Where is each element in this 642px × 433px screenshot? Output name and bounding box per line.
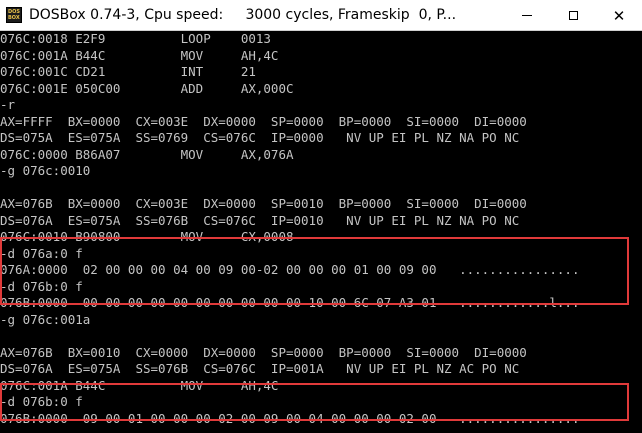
console-line: DS=076A ES=075A SS=076B CS=076C IP=001A …: [0, 361, 520, 376]
console-line: DS=075A ES=075A SS=0769 CS=076C IP=0000 …: [0, 130, 520, 145]
close-icon: ✕: [612, 6, 626, 25]
console-line: 076C:0018 E2F9 LOOP 0013: [0, 31, 271, 46]
console-line: DS=076A ES=075A SS=076B CS=076C IP=0010 …: [0, 212, 520, 228]
console-line: 076B:0000 00 00 00 00 00 00 00 00-00 00 …: [0, 295, 580, 310]
console-line: -r: [0, 97, 16, 112]
close-button[interactable]: ✕: [596, 0, 642, 31]
console-line: 076C:001C CD21 INT 21: [0, 64, 256, 79]
minimize-button[interactable]: [504, 0, 550, 31]
console-line: -d 076a:0 f: [0, 245, 83, 261]
title-bar[interactable]: DOS BOX DOSBox 0.74-3, Cpu speed: 3000 c…: [0, 0, 642, 31]
console-line: AX=076B BX=0010 CX=0000 DX=0000 SP=0000 …: [0, 344, 527, 360]
console-line: 076C:0010 B90800 MOV CX,0008: [0, 229, 294, 244]
console-line: -d 076b:0 f: [0, 278, 83, 294]
console-output[interactable]: 076C:0018 E2F9 LOOP 0013 076C:001A B44C …: [0, 31, 642, 433]
dosbox-icon-label-bottom: BOX: [8, 15, 20, 21]
dosbox-icon[interactable]: DOS BOX: [6, 7, 22, 23]
console-line: 076B:0000 09 00 01 00 00 00 02 00-09 00 …: [0, 410, 580, 426]
console-line: -g 076c:001a: [0, 311, 91, 327]
dosbox-window: DOS BOX DOSBox 0.74-3, Cpu speed: 3000 c…: [0, 0, 642, 433]
console-line: -g 076c:0010: [0, 163, 91, 178]
minimize-icon: [522, 15, 532, 16]
console-line: AX=076B BX=0000 CX=003E DX=0000 SP=0010 …: [0, 196, 527, 211]
console-line: 076A:0000 02 00 00 00 04 00 09 00-02 00 …: [0, 262, 580, 277]
console-line: 076C:001A B44C MOV AH,4C: [0, 377, 279, 393]
console-line: AX=FFFF BX=0000 CX=003E DX=0000 SP=0000 …: [0, 113, 527, 129]
console-line: 076C:0000 B86A07 MOV AX,076A: [0, 146, 294, 162]
console-line: -d 076b:0 f: [0, 394, 83, 409]
window-title: DOSBox 0.74-3, Cpu speed: 3000 cycles, F…: [29, 7, 457, 23]
console-line: 076C:001A B44C MOV AH,4C: [0, 47, 279, 63]
maximize-button[interactable]: [550, 0, 596, 31]
maximize-icon: [568, 11, 578, 20]
console-line: 076C:001E 050C00 ADD AX,000C: [0, 80, 294, 96]
